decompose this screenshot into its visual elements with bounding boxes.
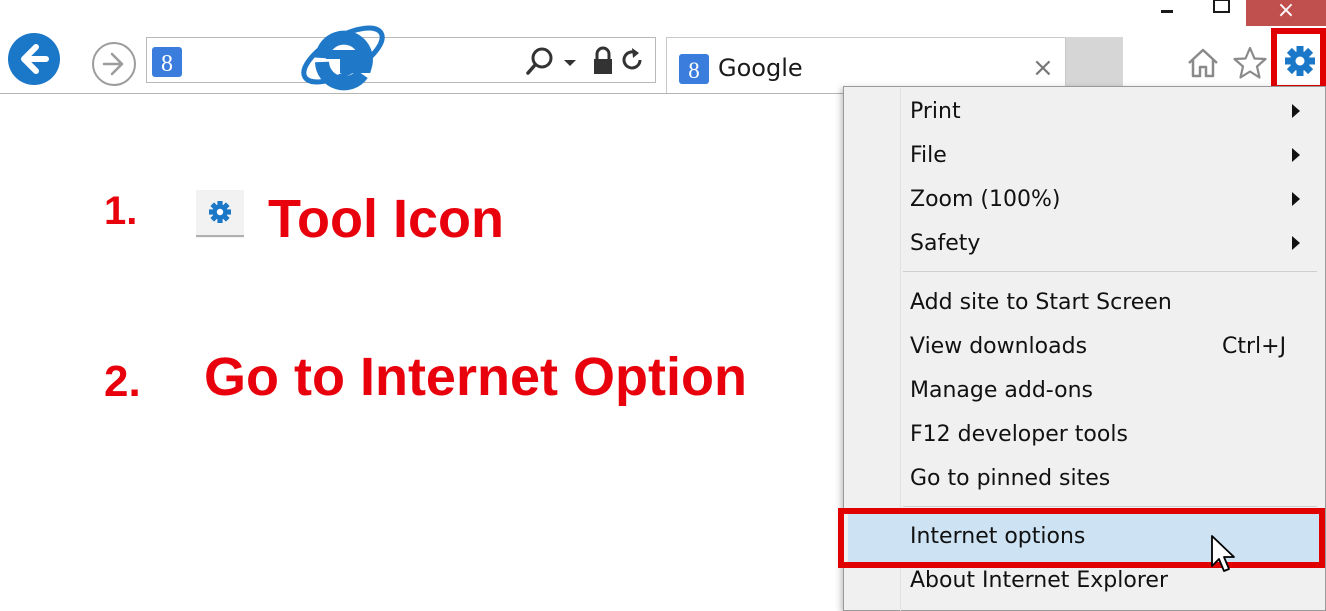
search-dropdown-icon[interactable] (564, 60, 576, 66)
close-button[interactable]: × (1246, 0, 1326, 26)
star-icon[interactable] (1232, 45, 1268, 81)
submenu-arrow-icon (1292, 104, 1300, 118)
menu-item-zoom[interactable]: Zoom (100%) (910, 185, 1060, 215)
search-icon[interactable] (526, 47, 553, 75)
submenu-arrow-icon (1292, 236, 1300, 250)
gear-icon[interactable] (1283, 44, 1317, 78)
menu-item-go-to-pinned-sites[interactable]: Go to pinned sites (910, 464, 1110, 494)
menu-item-view-downloads[interactable]: View downloads (910, 332, 1087, 362)
step1-label: Tool Icon (268, 189, 504, 249)
minimize-button[interactable] (1150, 0, 1184, 26)
svg-text:8: 8 (161, 51, 173, 77)
step2-label: Go to Internet Option (204, 347, 747, 407)
menu-item-file[interactable]: File (910, 141, 947, 171)
forward-arrow-icon (92, 42, 136, 86)
address-bar-actions (520, 44, 650, 80)
menu-item-add-site-to-start-screen[interactable]: Add site to Start Screen (910, 288, 1172, 318)
new-tab-button[interactable] (1066, 37, 1123, 93)
menu-separator (903, 271, 1317, 272)
menu-item-f12-developer-tools[interactable]: F12 developer tools (910, 420, 1128, 450)
tab-close-button[interactable]: × (1032, 54, 1054, 82)
maximize-button[interactable] (1200, 0, 1240, 26)
back-button[interactable] (8, 33, 60, 85)
google-favicon-icon: 8 (150, 45, 184, 79)
step1-number: 1. (104, 189, 138, 233)
menu-item-about-internet-explorer[interactable]: About Internet Explorer (910, 566, 1168, 596)
menu-item-manage-add-ons[interactable]: Manage add-ons (910, 376, 1093, 406)
svg-text:8: 8 (688, 58, 700, 83)
internet-explorer-logo (296, 6, 390, 100)
toolbar-divider (0, 93, 844, 94)
menu-item-print[interactable]: Print (910, 97, 961, 127)
back-arrow-icon (21, 44, 49, 74)
menu-item-safety[interactable]: Safety (910, 229, 980, 259)
home-icon[interactable] (1185, 45, 1221, 81)
tab-title: Google (718, 54, 803, 82)
lock-icon[interactable] (594, 46, 612, 74)
submenu-arrow-icon (1292, 148, 1300, 162)
step2-number: 2. (104, 357, 141, 406)
menu-separator (903, 506, 1317, 507)
submenu-arrow-icon (1292, 192, 1300, 206)
gear-icon (196, 190, 244, 238)
internet-options-highlight-box (838, 508, 1325, 568)
google-favicon-icon: 8 (678, 53, 710, 85)
mouse-cursor-icon (1210, 534, 1236, 576)
forward-button[interactable] (90, 40, 138, 88)
shortcut-ctrl-j: Ctrl+J (1222, 334, 1287, 359)
refresh-icon[interactable] (622, 48, 642, 70)
